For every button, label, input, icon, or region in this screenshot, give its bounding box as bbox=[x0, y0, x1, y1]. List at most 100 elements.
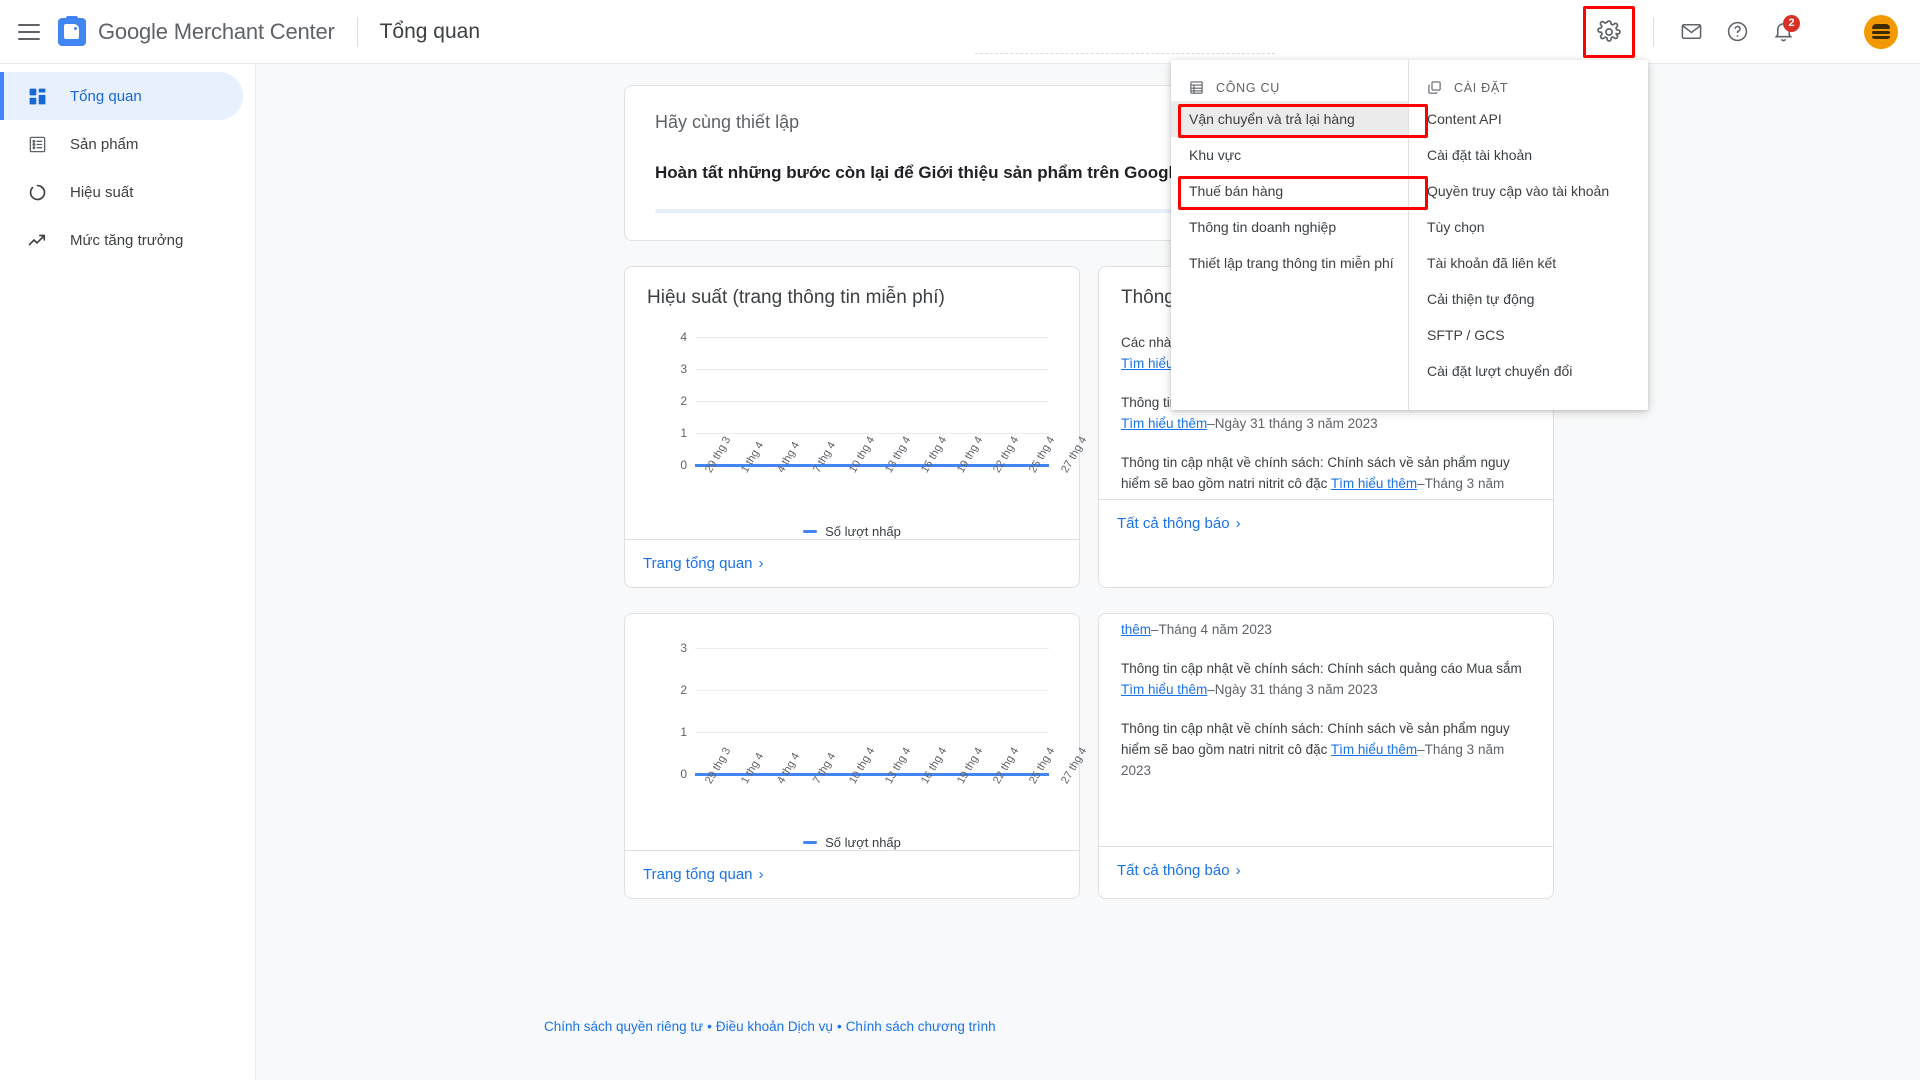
header-divider bbox=[356, 16, 358, 47]
sidebar-item-label: Hiệu suất bbox=[70, 183, 134, 201]
dashboard-icon bbox=[26, 85, 48, 107]
y-tick: 0 bbox=[680, 767, 687, 781]
y-tick: 0 bbox=[680, 458, 687, 472]
notification-item: Thông tin cập nhật về chính sách: Chính … bbox=[1121, 453, 1531, 499]
chevron-right-icon: › bbox=[1235, 515, 1241, 532]
avatar[interactable] bbox=[1864, 14, 1898, 49]
grid-tools-icon bbox=[1190, 81, 1203, 94]
performance-card: Hiệu suất (trang thông tin miễn phí) 4 3… bbox=[624, 266, 1089, 588]
y-tick: 3 bbox=[680, 362, 687, 376]
performance-chart-1: 4 3 2 1 0 29 thg 3 1 thg 4 4 thg 4 7 thg… bbox=[647, 329, 1089, 539]
performance-2-footer-link[interactable]: Trang tổng quan › bbox=[643, 866, 764, 883]
performance-2-footer-link-label: Trang tổng quan bbox=[643, 866, 753, 883]
dropdown-item-thong-tin-doanh-nghiep[interactable]: Thông tin doanh nghiệp bbox=[1171, 209, 1408, 245]
sidebar-item-label: Sản phẩm bbox=[70, 135, 139, 153]
page-footer: Chính sách quyền riêng tư • Điều khoản Dịc… bbox=[544, 1019, 996, 1034]
chevron-right-icon: › bbox=[758, 555, 764, 572]
dropdown-settings-column: CÀI ĐẶT Content API Cài đặt tài khoản Qu… bbox=[1409, 60, 1647, 410]
sidebar-item-label: Tổng quan bbox=[70, 87, 142, 105]
chevron-right-icon: › bbox=[1235, 862, 1241, 879]
dropdown-item-khu-vuc[interactable]: Khu vực bbox=[1171, 137, 1408, 173]
dropdown-item-cai-thien-tu-dong[interactable]: Cải thiện tự động bbox=[1409, 281, 1647, 317]
main-content: Hãy cùng thiết lập Hoàn tất những bước c… bbox=[256, 64, 1920, 1080]
notification-sep: – bbox=[1207, 681, 1215, 697]
dropdown-settings-header-label: CÀI ĐẶT bbox=[1454, 80, 1509, 95]
merchant-center-logo-icon bbox=[58, 15, 86, 46]
dropdown-item-tuy-chon[interactable]: Tùy chọn bbox=[1409, 209, 1647, 245]
y-tick: 2 bbox=[680, 683, 687, 697]
performance-card-2-body: 3 2 1 0 29 thg 3 1 thg 4 4 thg 4 7 thg 4… bbox=[625, 614, 1089, 850]
notifications-card-footer: Tất cả thông báo › bbox=[1099, 499, 1553, 547]
notifications-2-footer-link[interactable]: Tất cả thông báo › bbox=[1117, 862, 1241, 879]
learn-more-link[interactable]: Tìm hiểu thêm bbox=[1331, 742, 1417, 757]
sidebar-item-hieu-suat[interactable]: Hiệu suất bbox=[0, 168, 255, 216]
dropdown-item-label: Khu vực bbox=[1189, 147, 1242, 163]
sidebar-item-tong-quan[interactable]: Tổng quan bbox=[0, 72, 243, 120]
hamburger-icon[interactable] bbox=[18, 18, 46, 46]
learn-more-link[interactable]: Tìm hiểu thêm bbox=[1331, 476, 1417, 491]
y-tick: 1 bbox=[680, 725, 687, 739]
notification-text: Thông tin cập nhật về chính sách: Chính … bbox=[1121, 660, 1522, 676]
learn-more-link[interactable]: Tìm hiểu thêm bbox=[1121, 416, 1207, 431]
cards-row-2: 3 2 1 0 29 thg 3 1 thg 4 4 thg 4 7 thg 4… bbox=[624, 613, 1554, 899]
performance-card-title: Hiệu suất (trang thông tin miễn phí) bbox=[647, 287, 945, 308]
learn-more-link[interactable]: Tìm hiểu thêm bbox=[1121, 682, 1207, 697]
sidebar: Tổng quan Sản phẩm Hiệu suất Mức tăng tr… bbox=[0, 64, 256, 1080]
sidebar-item-san-pham[interactable]: Sản phẩm bbox=[0, 120, 255, 168]
trending-up-icon bbox=[26, 229, 48, 251]
x-axis-labels: 29 thg 3 1 thg 4 4 thg 4 7 thg 4 10 thg … bbox=[695, 746, 1089, 836]
dropdown-item-cai-dat-tai-khoan[interactable]: Cài đặt tài khoản bbox=[1409, 137, 1647, 173]
notification-date: Ngày 31 tháng 3 năm 2023 bbox=[1214, 681, 1378, 697]
envelope-icon bbox=[1681, 24, 1701, 39]
dropdown-item-label: SFTP / GCS bbox=[1427, 327, 1505, 343]
footer-separator: • bbox=[707, 1019, 712, 1034]
y-tick: 1 bbox=[680, 426, 687, 440]
notification-badge: 2 bbox=[1783, 14, 1800, 32]
learn-more-link[interactable]: thêm bbox=[1121, 622, 1151, 637]
dropdown-item-thue-ban-hang[interactable]: Thuế bán hàng bbox=[1171, 173, 1408, 209]
dropdown-item-label: Thông tin doanh nghiệp bbox=[1189, 219, 1337, 235]
settings-button[interactable] bbox=[1583, 5, 1635, 58]
performance-footer-link[interactable]: Trang tổng quan › bbox=[643, 555, 764, 572]
dropdown-item-tai-khoan-da-lien-ket[interactable]: Tài khoản đã liên kết bbox=[1409, 245, 1647, 281]
page-title: Tổng quan bbox=[379, 19, 481, 43]
x-axis-labels: 29 thg 3 1 thg 4 4 thg 4 7 thg 4 10 thg … bbox=[695, 435, 1089, 525]
notification-sep: – bbox=[1417, 741, 1425, 757]
dropdown-item-van-chuyen-va-tra-lai-hang[interactable]: Vận chuyển và trả lại hàng bbox=[1171, 101, 1408, 137]
notifications-card-2: thêm–Tháng 4 năm 2023 Thông tin cập nhật… bbox=[1098, 613, 1554, 899]
dropdown-item-sftp-gcs[interactable]: SFTP / GCS bbox=[1409, 317, 1647, 353]
header-actions: 2 bbox=[1583, 0, 1920, 64]
sidebar-item-muc-tang-truong[interactable]: Mức tăng trưởng bbox=[0, 216, 255, 264]
notifications-footer-link[interactable]: Tất cả thông báo › bbox=[1117, 515, 1241, 532]
dropdown-tools-column: CÔNG CỤ Vận chuyển và trả lại hàng Khu v… bbox=[1171, 60, 1428, 410]
gear-icon bbox=[1597, 19, 1621, 42]
dropdown-item-label: Vận chuyển và trả lại hàng bbox=[1189, 111, 1355, 127]
dropdown-item-cai-dat-luot-chuyen-doi[interactable]: Cài đặt lượt chuyển đổi bbox=[1409, 353, 1647, 389]
performance-card-body: Hiệu suất (trang thông tin miễn phí) 4 3… bbox=[625, 267, 1089, 539]
chart-legend: Số lượt nhấp bbox=[647, 524, 1057, 539]
dropdown-item-label: Tài khoản đã liên kết bbox=[1427, 255, 1557, 271]
performance-card-2: 3 2 1 0 29 thg 3 1 thg 4 4 thg 4 7 thg 4… bbox=[624, 613, 1089, 899]
dropdown-item-thiet-lap-trang-thong-tin-mien-phi[interactable]: Thiết lập trang thông tin miễn phí bbox=[1171, 245, 1408, 281]
notification-item: thêm–Tháng 4 năm 2023 bbox=[1121, 620, 1531, 641]
program-policy-link[interactable]: Chính sách chương trình bbox=[846, 1019, 996, 1034]
footer-separator: • bbox=[836, 1019, 842, 1034]
dropdown-item-content-api[interactable]: Content API bbox=[1409, 101, 1647, 137]
help-button[interactable] bbox=[1714, 9, 1760, 55]
notification-sep: – bbox=[1417, 475, 1425, 491]
chevron-right-icon: › bbox=[758, 866, 764, 883]
terms-of-service-link[interactable]: Điều khoản Dịch vụ bbox=[716, 1019, 833, 1034]
brand-product: Merchant Center bbox=[173, 18, 335, 44]
header-actions-divider bbox=[1653, 17, 1654, 46]
avatar-burger-icon bbox=[1872, 24, 1890, 39]
copy-layers-icon bbox=[1428, 81, 1441, 94]
dropdown-item-label: Content API bbox=[1427, 111, 1502, 127]
mail-button[interactable] bbox=[1668, 9, 1714, 55]
dropdown-item-quyen-truy-cap-vao-tai-khoan[interactable]: Quyền truy cập vào tài khoản bbox=[1409, 173, 1647, 209]
notifications-button[interactable]: 2 bbox=[1760, 9, 1806, 55]
sidebar-item-label: Mức tăng trưởng bbox=[70, 231, 184, 249]
privacy-policy-link[interactable]: Chính sách quyền riêng tư bbox=[544, 1019, 703, 1034]
dropdown-tools-header-label: CÔNG CỤ bbox=[1216, 80, 1280, 95]
legend-label: Số lượt nhấp bbox=[825, 835, 901, 850]
settings-dropdown-menu: CÔNG CỤ Vận chuyển và trả lại hàng Khu v… bbox=[1171, 60, 1648, 410]
